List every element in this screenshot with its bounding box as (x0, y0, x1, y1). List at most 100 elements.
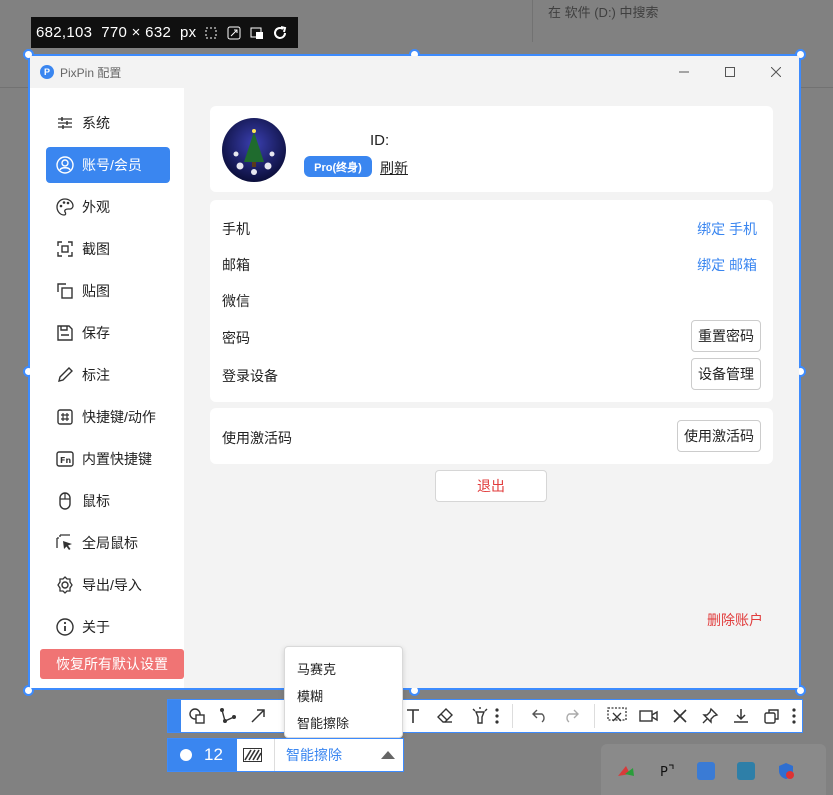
sidebar-item-screenshot[interactable]: 截图 (46, 231, 170, 267)
copy-icon[interactable] (762, 706, 782, 726)
shape-tool-icon[interactable] (187, 706, 207, 726)
maximize-button[interactable] (707, 56, 753, 88)
svg-text:Fn: Fn (60, 456, 71, 465)
sidebar-item-label: 系统 (82, 115, 110, 131)
sidebar-item-about[interactable]: 关于 (46, 609, 170, 645)
refresh-link[interactable]: 刷新 (380, 158, 408, 178)
sidebar-item-save[interactable]: 保存 (46, 315, 170, 351)
sidebar-item-label: 关于 (82, 619, 110, 635)
sidebar-item-label: 内置快捷键 (82, 451, 152, 467)
info-icon (55, 617, 75, 637)
sidebar-item-system[interactable]: 系统 (46, 105, 170, 141)
sidebar-item-pin[interactable]: 贴图 (46, 273, 170, 309)
sliders-icon (55, 113, 75, 133)
eraser-tool-icon[interactable] (435, 706, 455, 726)
bindings-card: 手机 绑定 手机 邮箱 绑定 邮箱 微信 密码 重置密码 登录设备 设备管理 (210, 200, 773, 402)
pin-icon[interactable] (700, 706, 720, 726)
wechat-label: 微信 (222, 293, 250, 309)
save-icon (55, 323, 75, 343)
mouse-icon (55, 491, 75, 511)
sidebar-item-label: 标注 (82, 367, 110, 383)
shield-tray-icon[interactable] (777, 762, 795, 780)
svg-text:P: P (660, 765, 668, 780)
dropdown-item-smart-erase[interactable]: 智能擦除 (297, 713, 349, 732)
arrow-tool-icon[interactable] (248, 706, 268, 726)
dropdown-item-mosaic[interactable]: 马赛克 (297, 659, 336, 678)
sidebar-item-label: 全局鼠标 (82, 535, 138, 551)
mosaic-pattern-icon[interactable] (243, 748, 262, 762)
toolbar-drag-handle[interactable] (168, 700, 181, 732)
sidebar-item-account[interactable]: 账号/会员 (46, 147, 170, 183)
brush-size-button[interactable]: 12 (168, 739, 237, 771)
network-tray-icon[interactable] (737, 762, 755, 780)
delete-account-link[interactable]: 删除账户 (707, 610, 763, 630)
erase-mode-select[interactable]: 智能擦除 (274, 739, 403, 771)
toolbar-divider (512, 704, 513, 728)
reset-defaults-button[interactable]: 恢复所有默认设置 (40, 649, 184, 679)
record-video-icon[interactable] (639, 706, 659, 726)
fn-icon: Fn (55, 449, 75, 469)
palette-icon (55, 197, 75, 217)
login-devices-label: 登录设备 (222, 368, 278, 384)
pencil-icon (55, 365, 75, 385)
hash-icon (55, 407, 75, 427)
bind-phone-link[interactable]: 绑定 手机 (697, 219, 757, 239)
profile-card: ID: Pro(终身) 刷新 (210, 106, 773, 192)
sidebar-item-label: 截图 (82, 241, 110, 257)
erase-mode-value: 智能擦除 (286, 747, 342, 763)
sidebar-item-label: 贴图 (82, 283, 110, 299)
sidebar-item-shortcuts[interactable]: 快捷键/动作 (46, 399, 170, 435)
sidebar-item-mouse[interactable]: 鼠标 (46, 483, 170, 519)
explorer-search-box[interactable]: 在 软件 (D:) 中搜索 (548, 2, 659, 21)
pixpin-tray-icon[interactable]: P (657, 762, 675, 780)
more-options-icon[interactable] (790, 706, 798, 726)
chevron-up-icon (381, 751, 395, 759)
gear-icon (55, 575, 75, 595)
sidebar-item-appearance[interactable]: 外观 (46, 189, 170, 225)
selection-size-indicator: 682,103 770 × 632 px (31, 17, 298, 48)
activation-card: 使用激活码 使用激活码 (210, 408, 773, 464)
window-title: PixPin 配置 (60, 65, 122, 80)
refresh-icon[interactable] (272, 25, 288, 41)
screenshot-icon (55, 239, 75, 259)
membership-badge: Pro(终身) (304, 156, 372, 177)
cutout-icon[interactable] (607, 706, 627, 726)
config-window: P PixPin 配置 系统 账号/会员 外观 截图 贴图 保存 标注 快捷键/… (30, 56, 799, 688)
logout-button[interactable]: 退出 (435, 470, 547, 502)
reset-password-button[interactable]: 重置密码 (691, 320, 761, 352)
sidebar-item-global-mouse[interactable]: 全局鼠标 (46, 525, 170, 561)
cancel-icon[interactable] (670, 706, 690, 726)
brush-size-value: 12 (204, 745, 223, 764)
text-tool-icon[interactable] (403, 706, 423, 726)
sidebar-item-annotate[interactable]: 标注 (46, 357, 170, 393)
bind-email-link[interactable]: 绑定 邮箱 (697, 255, 757, 275)
polyline-tool-icon[interactable] (218, 706, 238, 726)
expand-icon[interactable] (226, 25, 242, 41)
redo-icon[interactable] (561, 706, 581, 726)
security-tray-icon[interactable] (697, 762, 715, 780)
highlighter-tool-icon[interactable] (470, 706, 490, 726)
sidebar-item-label: 导出/导入 (82, 577, 142, 593)
activation-label: 使用激活码 (222, 430, 292, 446)
email-label: 邮箱 (222, 257, 250, 273)
device-management-button[interactable]: 设备管理 (691, 358, 761, 390)
more-options-icon[interactable] (493, 706, 501, 726)
crop-icon[interactable] (203, 25, 219, 41)
minimize-button[interactable] (661, 56, 707, 88)
window-capture-icon[interactable] (249, 25, 265, 41)
sidebar-item-label: 快捷键/动作 (82, 409, 156, 425)
download-icon[interactable] (731, 706, 751, 726)
close-button[interactable] (753, 56, 799, 88)
user-id-label: ID: (370, 132, 390, 149)
undo-icon[interactable] (530, 706, 550, 726)
use-activation-code-button[interactable]: 使用激活码 (677, 420, 761, 452)
annotation-toolbar (167, 699, 803, 733)
dropdown-item-blur[interactable]: 模糊 (297, 686, 323, 705)
sidebar-item-export-import[interactable]: 导出/导入 (46, 567, 170, 603)
avatar[interactable] (222, 118, 286, 182)
sidebar-item-label: 外观 (82, 199, 110, 215)
system-tray: P (601, 744, 826, 795)
app-tray-icon[interactable] (617, 762, 635, 780)
toolbar-divider (594, 704, 595, 728)
sidebar-item-builtin-shortcuts[interactable]: Fn 内置快捷键 (46, 441, 170, 477)
